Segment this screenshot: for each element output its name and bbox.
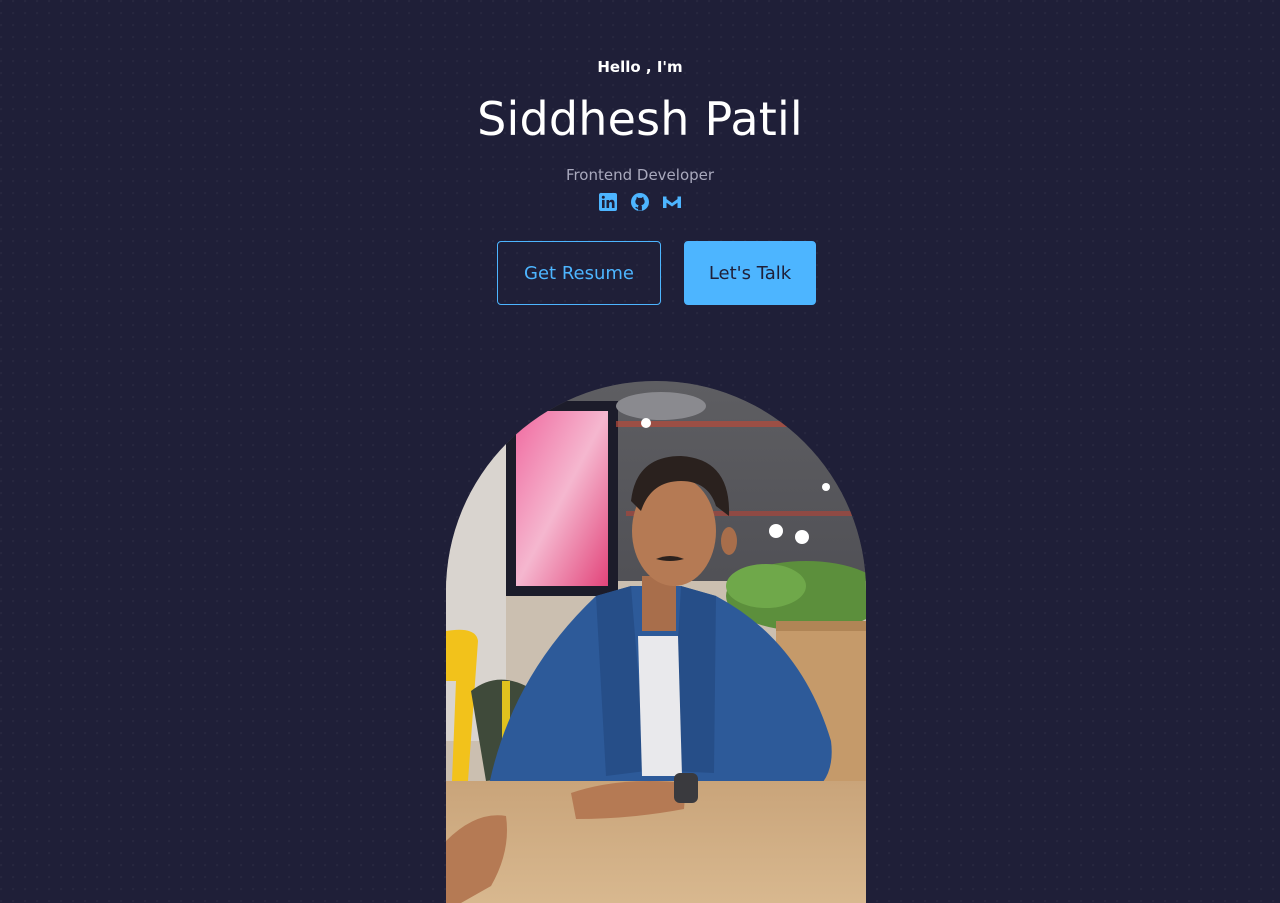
page-title: Siddhesh Patil: [477, 92, 803, 146]
gmail-link[interactable]: [662, 192, 682, 212]
role-subtitle: Frontend Developer: [565, 166, 715, 184]
get-resume-button[interactable]: Get Resume: [497, 241, 661, 305]
profile-photo: [446, 381, 866, 903]
greeting-text: Hello , I'm: [597, 58, 683, 76]
linkedin-icon: [599, 193, 617, 211]
hero-section: Hello , I'm Siddhesh Patil Frontend Deve…: [0, 0, 1280, 903]
github-icon: [631, 193, 649, 211]
lets-talk-button[interactable]: Let's Talk: [684, 241, 816, 305]
profile-photo-illustration: [446, 381, 866, 903]
gmail-icon: [663, 196, 681, 208]
github-link[interactable]: [630, 192, 650, 212]
social-links: [0, 192, 1280, 212]
linkedin-link[interactable]: [598, 192, 618, 212]
